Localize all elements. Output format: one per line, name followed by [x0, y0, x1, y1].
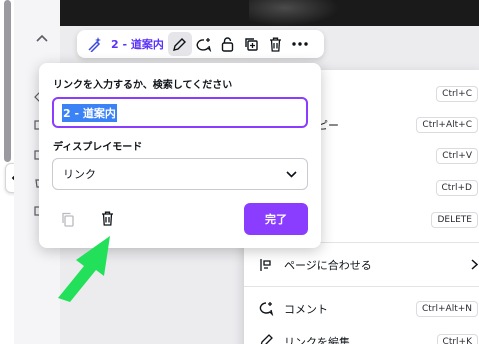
duplicate-button[interactable] [240, 32, 264, 56]
lock-button[interactable] [216, 32, 240, 56]
menu-item-fit-page[interactable]: ページに合わせる [244, 249, 479, 281]
magic-pen-icon [88, 37, 101, 52]
chevron-down-icon [286, 170, 297, 178]
chevron-up-icon[interactable] [36, 34, 48, 44]
trash-icon [270, 37, 282, 52]
pencil-icon [260, 334, 273, 344]
lock-icon [222, 36, 234, 52]
menu-item-label: ページに合わせる [284, 259, 372, 272]
menu-item-edit-link[interactable]: リンクを編集 Ctrl+K [244, 326, 479, 344]
display-mode-heading: ディスプレイモード [53, 142, 143, 153]
green-arrow-annotation [58, 236, 110, 302]
magic-edit-button[interactable] [83, 32, 107, 56]
menu-item-label: コメント [284, 303, 328, 316]
edit-link-button[interactable] [167, 32, 192, 56]
link-popover: リンクを入力するか、検索してください 2 - 道案内 ディスプレイモード リンク… [39, 63, 321, 248]
menu-item-comment[interactable]: コメント Ctrl+Alt+N [244, 293, 479, 325]
link-input-heading: リンクを入力するか、検索してください [53, 80, 233, 91]
more-options-button[interactable] [288, 32, 312, 56]
shortcut-key: Ctrl+C [436, 86, 478, 102]
menu-item-label: リンクを編集 [284, 336, 350, 344]
duplicate-icon [245, 37, 259, 51]
left-rail [0, 0, 25, 344]
shortcut-key: Ctrl+V [436, 148, 478, 164]
scrollbar[interactable] [4, 0, 11, 162]
link-label[interactable]: 2 - 道案内 [107, 32, 168, 56]
display-mode-select[interactable]: リンク [52, 158, 308, 190]
fit-page-icon [260, 259, 271, 271]
more-icon [292, 42, 308, 46]
comment-add-icon [196, 37, 212, 52]
shortcut-key: Ctrl+K [436, 334, 478, 344]
shortcut-key: Ctrl+Alt+C [416, 117, 478, 133]
comment-add-icon [259, 302, 274, 316]
delete-button[interactable] [264, 32, 288, 56]
add-comment-button[interactable] [192, 32, 216, 56]
link-input-value[interactable]: 2 - 道案内 [62, 103, 117, 122]
done-button[interactable]: 完了 [244, 203, 308, 235]
shortcut-key: Ctrl+D [435, 180, 478, 196]
menu-divider [244, 286, 479, 287]
link-input[interactable]: 2 - 道案内 [52, 97, 308, 128]
element-toolbar: 2 - 道案内 [77, 30, 324, 58]
shortcut-key: DELETE [431, 212, 478, 228]
chevron-right-icon [471, 259, 478, 270]
shortcut-key: Ctrl+Alt+N [415, 301, 478, 317]
canvas-image[interactable] [60, 0, 479, 26]
pencil-icon [173, 37, 187, 51]
display-mode-value: リンク [63, 168, 96, 181]
